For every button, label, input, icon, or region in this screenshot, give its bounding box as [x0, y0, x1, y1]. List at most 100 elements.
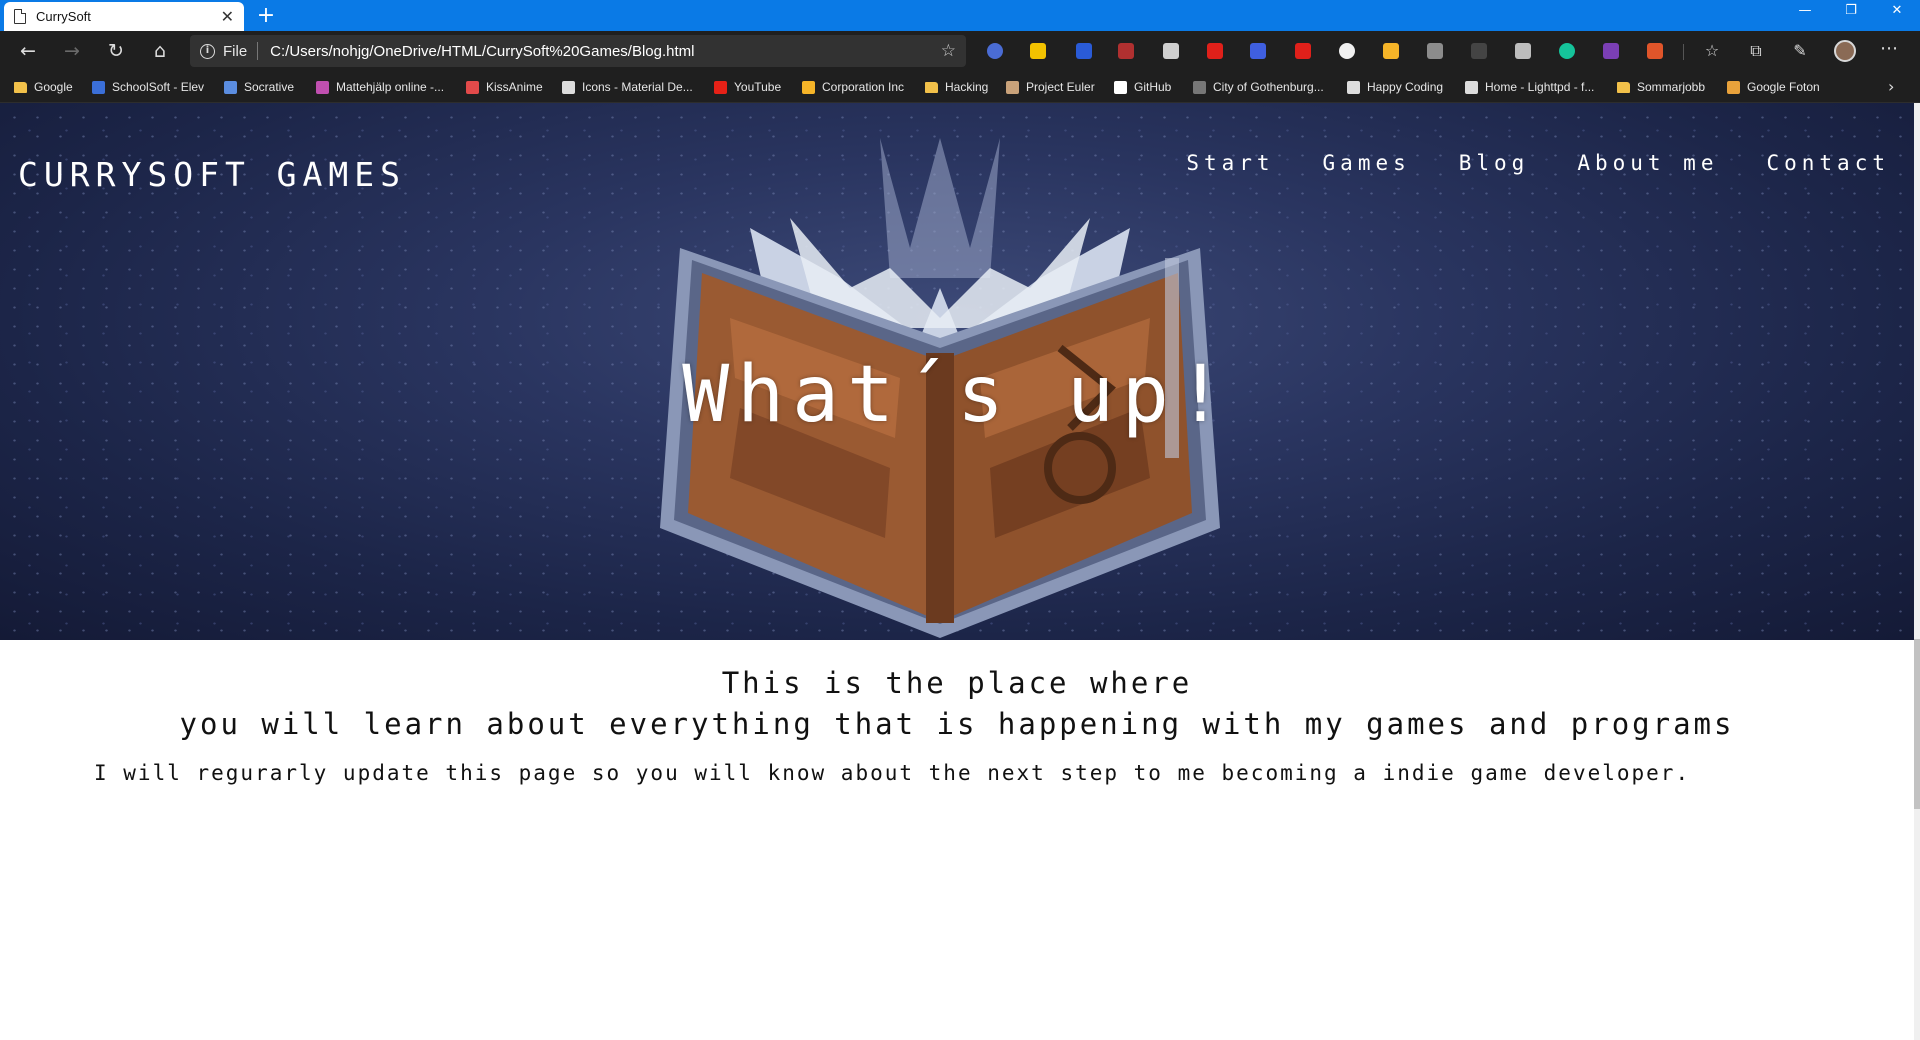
nav-link-contact[interactable]: Contact: [1766, 151, 1890, 175]
avatar[interactable]: [1834, 40, 1856, 62]
favorite-star-icon[interactable]: ☆: [941, 41, 956, 61]
ext-gamepad-icon[interactable]: [1163, 43, 1179, 59]
favorite-item[interactable]: SchoolSoft - Elev: [92, 71, 204, 103]
favorite-label: Google Foton: [1747, 80, 1820, 94]
youtube-icon: [714, 80, 727, 94]
new-tab-button[interactable]: +: [252, 2, 280, 30]
favorite-item[interactable]: Corporation Inc: [802, 71, 904, 103]
ext-white-circle-icon[interactable]: [1339, 43, 1355, 59]
ext-play-icon[interactable]: [1250, 43, 1266, 59]
web-page: CURRYSOFT GAMES Start Games Blog About m…: [0, 103, 1920, 1040]
scrollbar[interactable]: [1914, 103, 1920, 1040]
favorite-item[interactable]: Google: [14, 71, 73, 103]
kissanime-icon: [466, 80, 479, 94]
favorite-item[interactable]: Project Euler: [1006, 71, 1095, 103]
ext-p-icon[interactable]: [1076, 43, 1092, 59]
nav-link-about[interactable]: About me: [1577, 151, 1718, 175]
address-scheme: File: [223, 42, 248, 60]
browser-toolbar: ← → ↻ ⌂ i File C:/Users/nohjg/OneDrive/H…: [0, 31, 1920, 71]
ext-circle-icon[interactable]: [987, 43, 1003, 59]
toolbar-divider: [1683, 44, 1684, 60]
browser-title-bar: CurrySoft ✕ + — ❐ ✕: [0, 0, 1920, 31]
site-nav: Start Games Blog About me Contact: [1186, 151, 1890, 175]
subtitle-line-2: you will learn about everything that is …: [179, 707, 1735, 741]
ext-puzzle-icon[interactable]: [1515, 43, 1531, 59]
restore-button[interactable]: ❐: [1828, 0, 1874, 24]
favorite-label: SchoolSoft - Elev: [112, 80, 205, 94]
favorite-item[interactable]: Home - Lighttpd - f...: [1465, 71, 1594, 103]
scrollbar-thumb[interactable]: [1914, 639, 1920, 809]
euler-icon: [1006, 80, 1019, 94]
nav-link-start[interactable]: Start: [1186, 151, 1274, 175]
folder-icon: [1617, 81, 1630, 93]
gothenburg-icon: [1193, 80, 1206, 94]
favorite-item[interactable]: Icons - Material De...: [562, 71, 693, 103]
collections-icon[interactable]: ⧉: [1742, 37, 1770, 65]
address-separator: [257, 42, 259, 60]
schoolsoft-icon: [92, 80, 105, 94]
favorite-item[interactable]: Google Foton: [1727, 71, 1820, 103]
favorite-item[interactable]: YouTube: [714, 71, 781, 103]
favorite-label: Corporation Inc: [822, 80, 905, 94]
back-arrow-icon[interactable]: ←: [14, 37, 42, 65]
folder-icon: [14, 81, 27, 93]
favorite-item[interactable]: Sommarjobb: [1617, 71, 1705, 103]
home-icon[interactable]: ⌂: [146, 37, 174, 65]
more-menu-icon[interactable]: ⋯: [1880, 38, 1898, 59]
forward-arrow-icon[interactable]: →: [58, 37, 86, 65]
minimize-button[interactable]: —: [1782, 0, 1828, 24]
tab-title: CurrySoft: [36, 9, 91, 24]
favorite-label: City of Gothenburg...: [1213, 80, 1324, 94]
favorite-label: Home - Lighttpd - f...: [1485, 80, 1595, 94]
site-logo[interactable]: CURRYSOFT GAMES: [18, 155, 406, 194]
material-icon: [562, 80, 575, 94]
chevron-right-icon[interactable]: ›: [1888, 77, 1894, 96]
ext-onenote-icon[interactable]: [1603, 43, 1619, 59]
ext-dash-icon[interactable]: [1118, 43, 1134, 59]
mattehjalp-icon: [316, 80, 329, 94]
nav-link-blog[interactable]: Blog: [1459, 151, 1530, 175]
blog-intro-text: I will regurarly update this page so you…: [94, 761, 1691, 785]
favorites-bar: Google SchoolSoft - Elev Socrative Mattehjä…: [0, 71, 1920, 103]
socrative-icon: [224, 80, 237, 94]
favorite-item[interactable]: Mattehjälp online -...: [316, 71, 444, 103]
github-icon: [1114, 80, 1127, 94]
hero-title: What´s up!: [682, 350, 1232, 440]
page-icon: [14, 9, 26, 24]
ext-opera-icon[interactable]: [1207, 43, 1223, 59]
favorite-item[interactable]: Hacking: [925, 71, 988, 103]
favorite-item[interactable]: KissAnime: [466, 71, 543, 103]
address-url[interactable]: C:/Users/nohjg/OneDrive/HTML/CurrySoft%2…: [270, 43, 941, 60]
favorite-label: Socrative: [244, 80, 295, 94]
favorite-label: KissAnime: [486, 80, 543, 94]
ext-grid-icon[interactable]: [1471, 43, 1487, 59]
hero-banner: CURRYSOFT GAMES Start Games Blog About m…: [0, 103, 1914, 640]
ext-grammarly-icon[interactable]: [1559, 43, 1575, 59]
subtitle-line-1: This is the place where: [721, 666, 1193, 700]
ext-pen-icon[interactable]: [1295, 43, 1311, 59]
favorite-item[interactable]: City of Gothenburg...: [1193, 71, 1324, 103]
page-icon: [1347, 80, 1360, 94]
ext-shield-icon[interactable]: [1427, 43, 1443, 59]
ext-w-icon[interactable]: [1030, 43, 1046, 59]
google-photos-icon: [1727, 80, 1740, 94]
nav-link-games[interactable]: Games: [1323, 151, 1411, 175]
favorite-label: Project Euler: [1026, 80, 1095, 94]
address-bar[interactable]: i File C:/Users/nohjg/OneDrive/HTML/Curr…: [190, 35, 966, 67]
ext-thumb-icon[interactable]: [1383, 43, 1399, 59]
favorite-label: Mattehjälp online -...: [336, 80, 445, 94]
favorites-icon[interactable]: ☆: [1698, 37, 1726, 65]
favorite-label: Sommarjobb: [1637, 80, 1706, 94]
feedback-icon[interactable]: ✎: [1786, 37, 1814, 65]
favorite-label: Icons - Material De...: [582, 80, 693, 94]
browser-tab[interactable]: CurrySoft ✕: [4, 2, 244, 31]
info-icon[interactable]: i: [200, 43, 215, 59]
favorite-item[interactable]: Socrative: [224, 71, 294, 103]
favorite-item[interactable]: Happy Coding: [1347, 71, 1443, 103]
ext-office-icon[interactable]: [1647, 43, 1663, 59]
corporation-icon: [802, 80, 815, 94]
close-window-button[interactable]: ✕: [1874, 0, 1920, 24]
tab-close-icon[interactable]: ✕: [221, 7, 234, 26]
favorite-item[interactable]: GitHub: [1114, 71, 1171, 103]
refresh-icon[interactable]: ↻: [102, 37, 130, 65]
